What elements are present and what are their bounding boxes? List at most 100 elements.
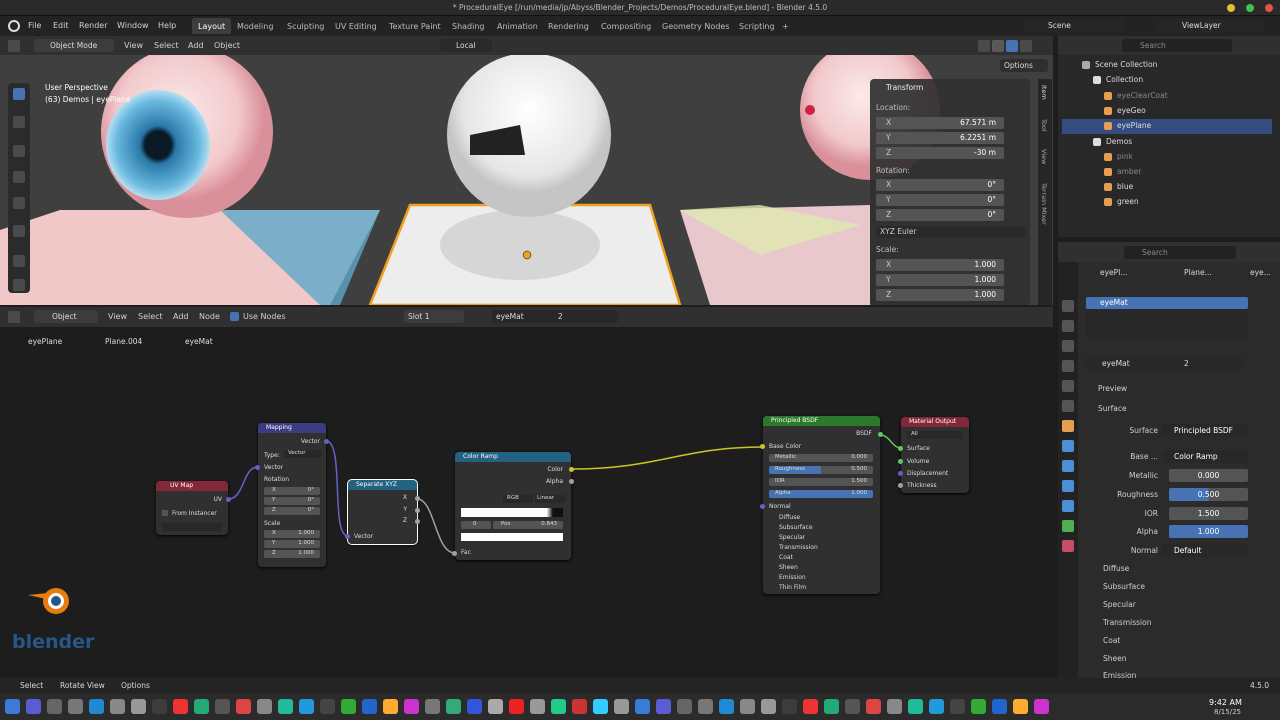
render-tab-icon[interactable] (1062, 320, 1074, 332)
tab-geometry-nodes[interactable]: Geometry Nodes (656, 18, 735, 34)
outliner-item[interactable]: pink (1062, 150, 1272, 165)
ramp-fac-socket[interactable] (452, 551, 457, 556)
props-base-link[interactable]: Color Ramp (1162, 450, 1248, 463)
rotation-x-field[interactable]: X 0° (876, 179, 1004, 191)
props-normal-link[interactable]: Default (1162, 544, 1248, 557)
menu-edit[interactable]: Edit (53, 21, 69, 30)
taskbar-app-icon[interactable] (803, 699, 818, 714)
props-section-coat[interactable]: Coat (1103, 636, 1120, 645)
add-workspace-button[interactable]: + (776, 18, 795, 34)
taskbar-app-icon[interactable] (740, 699, 755, 714)
node-editor[interactable]: eyePlane Plane.004 eyeMat UV Map UV From… (0, 327, 1053, 677)
taskbar-app-icon[interactable] (551, 699, 566, 714)
taskbar-app-icon[interactable] (593, 699, 608, 714)
sep-z-socket[interactable] (415, 519, 420, 524)
ramp-color-swatch[interactable] (461, 533, 563, 541)
ramp-gradient[interactable] (461, 508, 563, 517)
sep-vector-socket[interactable] (345, 534, 350, 539)
bsdf-panel-sheen[interactable]: Sheen (779, 564, 798, 571)
constraints-tab-icon[interactable] (1062, 500, 1074, 512)
taskbar-app-icon[interactable] (866, 699, 881, 714)
tool-tab-icon[interactable] (1062, 300, 1074, 312)
maximize-button[interactable] (1246, 4, 1254, 12)
node-editor-type-icon[interactable] (8, 311, 20, 323)
outliner-item[interactable]: Collection (1062, 73, 1272, 88)
ne-menu-view[interactable]: View (108, 312, 127, 321)
displacement-socket[interactable] (898, 471, 903, 476)
mapping-loc-z[interactable]: Z 0° (264, 507, 320, 515)
taskbar-app-icon[interactable] (278, 699, 293, 714)
properties-search[interactable]: Search (1124, 246, 1236, 259)
blender-menu-icon[interactable] (8, 20, 20, 32)
ramp-mode-dropdown[interactable]: RGB (503, 495, 533, 503)
ramp-index-field[interactable]: 0 (461, 521, 491, 529)
uv-map-name-field[interactable] (162, 523, 222, 531)
outliner-item[interactable]: Scene Collection (1062, 58, 1272, 73)
taskbar-app-icon[interactable] (5, 699, 20, 714)
taskbar-app-icon[interactable] (1034, 699, 1049, 714)
rotation-y-field[interactable]: Y 0° (876, 194, 1004, 206)
location-z-field[interactable]: Z -30 m (876, 147, 1004, 159)
data-tab-icon[interactable] (1062, 520, 1074, 532)
rotation-mode-dropdown[interactable]: XYZ Euler (876, 226, 1026, 238)
taskbar-app-icon[interactable] (656, 699, 671, 714)
principled-bsdf-node[interactable]: Principled BSDF BSDF Base Color Metallic… (760, 416, 883, 594)
scale-x-field[interactable]: X 1.000 (876, 259, 1004, 271)
tab-animation[interactable]: Animation (491, 18, 544, 34)
outliner-item[interactable]: eyeClearCoat (1062, 89, 1272, 104)
tab-layout[interactable]: Layout (192, 18, 232, 34)
minimize-button[interactable] (1227, 4, 1235, 12)
menu-file[interactable]: File (28, 21, 41, 30)
taskbar-app-icon[interactable] (215, 699, 230, 714)
material-selector[interactable]: eyeMat 2 (492, 310, 618, 323)
mapping-output-socket[interactable] (324, 439, 329, 444)
vp-menu-object[interactable]: Object (214, 41, 240, 50)
metallic-field[interactable]: Metallic 0.000 (769, 454, 873, 462)
outliner-item[interactable]: eyeGeo (1062, 104, 1272, 119)
outliner-item[interactable]: green (1062, 195, 1272, 210)
taskbar-app-icon[interactable] (887, 699, 902, 714)
view-layer-tab-icon[interactable] (1062, 360, 1074, 372)
ne-menu-select[interactable]: Select (138, 312, 163, 321)
shading-rendered-icon[interactable] (1020, 40, 1032, 52)
taskbar-app-icon[interactable] (404, 699, 419, 714)
ramp-color-socket[interactable] (569, 467, 574, 472)
taskbar-app-icon[interactable] (173, 699, 188, 714)
ne-menu-add[interactable]: Add (173, 312, 189, 321)
tab-tool[interactable]: Tool (1040, 119, 1048, 132)
taskbar-app-icon[interactable] (782, 699, 797, 714)
outliner-item[interactable]: blue (1062, 180, 1272, 195)
taskbar-app-icon[interactable] (89, 699, 104, 714)
shading-solid-icon[interactable] (992, 40, 1004, 52)
sep-x-socket[interactable] (415, 496, 420, 501)
material-tab-icon[interactable] (1062, 540, 1074, 552)
taskbar-app-icon[interactable] (131, 699, 146, 714)
annotate-tool-icon[interactable] (13, 255, 25, 267)
object-tab-icon[interactable] (1062, 420, 1074, 432)
viewport-options-button[interactable]: Options (1000, 59, 1048, 72)
taskbar-app-icon[interactable] (47, 699, 62, 714)
ramp-interp-dropdown[interactable]: Linear (535, 495, 565, 503)
taskbar-app-icon[interactable] (362, 699, 377, 714)
transform-tool-icon[interactable] (13, 225, 25, 237)
outliner-item[interactable]: Demos (1062, 135, 1272, 150)
vp-menu-view[interactable]: View (124, 41, 143, 50)
output-tab-icon[interactable] (1062, 340, 1074, 352)
tab-texture-paint[interactable]: Texture Paint (383, 18, 447, 34)
bsdf-panel-transmission[interactable]: Transmission (779, 544, 818, 551)
surface-socket[interactable] (898, 446, 903, 451)
sep-y-socket[interactable] (415, 508, 420, 513)
taskbar-app-icon[interactable] (950, 699, 965, 714)
viewlayer-selector[interactable]: ViewLayer (1158, 19, 1264, 32)
props-section-subsurface[interactable]: Subsurface (1103, 582, 1145, 591)
taskbar-app-icon[interactable] (719, 699, 734, 714)
tab-uv-editing[interactable]: UV Editing (329, 18, 383, 34)
mapping-scale-y[interactable]: Y 1.000 (264, 540, 320, 548)
scene-selector[interactable]: Scene (1024, 19, 1124, 32)
vp-menu-select[interactable]: Select (154, 41, 179, 50)
particles-tab-icon[interactable] (1062, 460, 1074, 472)
props-alpha-field[interactable]: 1.000 (1169, 525, 1248, 538)
taskbar-app-icon[interactable] (761, 699, 776, 714)
props-section-specular[interactable]: Specular (1103, 600, 1136, 609)
separate-xyz-node[interactable]: Separate XYZ X Y Z Vector (345, 479, 420, 545)
